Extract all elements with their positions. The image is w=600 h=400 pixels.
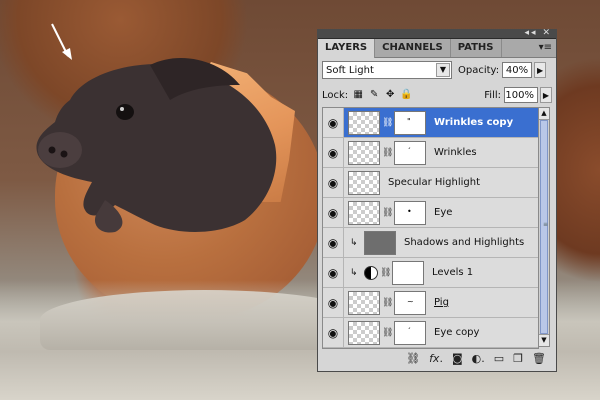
lock-row: Lock: ▦ ✎ ✥ 🔒 Fill: 100% ▶: [322, 86, 552, 104]
lock-transparency-icon[interactable]: ▦: [352, 89, 364, 101]
levels-adjustment-icon: [364, 265, 378, 280]
layer-mask-thumbnail: [392, 260, 424, 285]
pointer-arrow: [51, 23, 72, 60]
eye-icon[interactable]: ◉: [323, 288, 344, 317]
scroll-grip-icon: ≡: [543, 221, 549, 228]
pig-image: [36, 57, 277, 233]
layer-thumbnail: [348, 290, 380, 315]
close-icon[interactable]: ✕: [542, 28, 552, 38]
layer-name: Wrinkles: [434, 147, 477, 158]
blend-row: Soft Light ▼ Opacity: 40% ▶: [322, 61, 552, 79]
layer-name: Eye copy: [434, 327, 480, 338]
eye-icon[interactable]: ◉: [323, 258, 344, 287]
link-icon: ⛓: [382, 147, 394, 158]
panel-tabs: LAYERS CHANNELS PATHS ▾≡: [318, 39, 556, 58]
link-icon: ⛓: [382, 207, 394, 218]
link-icon[interactable]: ⛓: [406, 352, 420, 365]
add-mask-icon[interactable]: ◙: [452, 352, 463, 365]
layer-row[interactable]: ◉ ⛓ ˊ Eye copy: [323, 318, 538, 348]
fx-icon[interactable]: fx.: [429, 352, 443, 365]
link-icon: ⛓: [382, 297, 394, 308]
eye-icon[interactable]: ◉: [323, 138, 344, 167]
layer-thumbnail: [364, 230, 396, 255]
layer-name: Eye: [434, 207, 453, 218]
layer-row[interactable]: ◉ ↳ ⛓ Levels 1: [323, 258, 538, 288]
opacity-label: Opacity:: [458, 64, 500, 76]
link-icon: ⛓: [380, 267, 392, 278]
layer-name: Wrinkles copy: [434, 117, 514, 128]
panel-menu-icon[interactable]: ▾≡: [539, 42, 552, 53]
layer-row[interactable]: ◉ ⛓ ˊ Wrinkles: [323, 138, 538, 168]
layer-name: Levels 1: [432, 267, 474, 278]
link-icon: ⛓: [382, 117, 394, 128]
tab-channels[interactable]: CHANNELS: [375, 39, 451, 57]
layer-row[interactable]: ◉ Specular Highlight: [323, 168, 538, 198]
layer-mask-thumbnail: ˊ: [394, 140, 426, 165]
fill-input[interactable]: 100%: [504, 87, 538, 103]
panel-titlebar: ◂◂ ✕: [318, 28, 556, 39]
layer-mask-thumbnail: ˊ: [394, 320, 426, 345]
layer-thumbnail: [348, 140, 380, 165]
lock-position-icon[interactable]: ✥: [384, 89, 396, 101]
clipping-arrow-icon: ↳: [350, 237, 358, 248]
double-arrow-icon[interactable]: ◂◂: [525, 28, 538, 38]
layer-name: Specular Highlight: [388, 177, 481, 188]
eye-icon[interactable]: ◉: [323, 168, 344, 197]
eye-icon[interactable]: ◉: [323, 198, 344, 227]
new-group-icon[interactable]: ▭: [494, 352, 504, 365]
layer-thumbnail: [348, 110, 380, 135]
layer-row[interactable]: ◉ ⛓ " Wrinkles copy: [323, 108, 538, 138]
lock-label: Lock:: [322, 89, 349, 101]
eye-icon[interactable]: ◉: [323, 318, 344, 347]
chevron-down-icon[interactable]: ▼: [436, 63, 450, 77]
adjustment-layer-icon[interactable]: ◐.: [472, 352, 485, 365]
panel-bottom-bar: ⛓ fx. ◙ ◐. ▭ ❐ 🗑: [322, 349, 552, 367]
eye-icon[interactable]: ◉: [323, 228, 344, 257]
fill-label: Fill:: [484, 89, 501, 101]
layer-thumbnail: [348, 320, 380, 345]
link-icon: ⛓: [382, 327, 394, 338]
layers-panel: ◂◂ ✕ LAYERS CHANNELS PATHS ▾≡ Soft Light…: [317, 28, 557, 372]
opacity-slider-arrow-icon[interactable]: ▶: [534, 62, 547, 78]
lock-all-icon[interactable]: 🔒: [400, 89, 412, 101]
clipping-arrow-icon: ↳: [350, 267, 358, 278]
layer-row[interactable]: ◉ ↳ Shadows and Highlights: [323, 228, 538, 258]
layer-row[interactable]: ◉ ⛓ • Eye: [323, 198, 538, 228]
trash-icon[interactable]: 🗑: [532, 352, 546, 365]
lock-image-icon[interactable]: ✎: [368, 89, 380, 101]
layer-thumbnail: [348, 200, 380, 225]
new-layer-icon[interactable]: ❐: [513, 352, 523, 365]
layer-mask-thumbnail: •: [394, 200, 426, 225]
layers-list: ◉ ⛓ " Wrinkles copy ◉ ⛓ ˊ Wrinkles ◉ Spe…: [322, 107, 539, 349]
scrollbar-thumb[interactable]: ≡: [540, 120, 548, 334]
blend-mode-select[interactable]: Soft Light ▼: [322, 61, 452, 79]
layer-mask-thumbnail: ": [394, 110, 426, 135]
tab-layers[interactable]: LAYERS: [318, 39, 376, 58]
layer-name: Shadows and Highlights: [404, 237, 525, 248]
tab-paths[interactable]: PATHS: [451, 39, 502, 57]
fill-slider-arrow-icon[interactable]: ▶: [540, 87, 552, 103]
layer-row[interactable]: ◉ ⛓ ~ Pig: [323, 288, 538, 318]
scroll-up-icon[interactable]: ▲: [539, 108, 549, 120]
blend-mode-value: Soft Light: [326, 64, 374, 76]
opacity-input[interactable]: 40%: [502, 62, 533, 78]
eye-icon[interactable]: ◉: [323, 108, 344, 137]
layer-name: Pig: [434, 297, 449, 308]
layer-thumbnail: [348, 170, 380, 195]
layers-scrollbar[interactable]: ▲ ≡ ▼: [538, 107, 550, 347]
scroll-down-icon[interactable]: ▼: [539, 334, 549, 346]
layer-mask-thumbnail: ~: [394, 290, 426, 315]
